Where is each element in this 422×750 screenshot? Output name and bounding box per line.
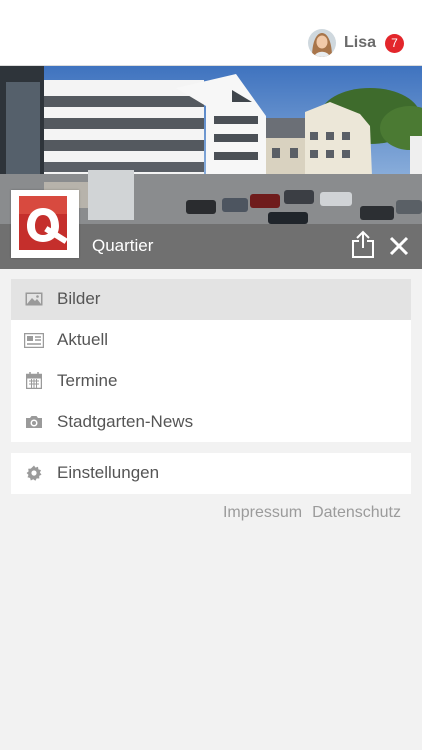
- impressum-link[interactable]: Impressum: [223, 504, 302, 522]
- menu-item-label: Termine: [57, 370, 118, 390]
- calendar-icon: [24, 372, 44, 390]
- menu-item-label: Bilder: [57, 289, 101, 309]
- close-icon: [389, 236, 409, 256]
- user-menu[interactable]: Lisa 7: [307, 29, 404, 57]
- settings-menu: Einstellungen: [11, 453, 411, 494]
- close-button[interactable]: [387, 234, 411, 258]
- newspaper-icon: [24, 331, 44, 349]
- menu-item-label: Aktuell: [57, 330, 109, 350]
- menu-item-stadtgarten-news[interactable]: Stadtgarten-News: [11, 401, 411, 442]
- menu-item-label: Einstellungen: [57, 463, 160, 483]
- notification-badge[interactable]: 7: [385, 33, 404, 53]
- page-title: Quartier: [92, 236, 154, 255]
- gear-icon: [24, 464, 44, 482]
- share-icon: [352, 230, 374, 258]
- menu-item-bilder[interactable]: Bilder: [11, 279, 411, 320]
- quartier-logo: [11, 190, 79, 258]
- share-button[interactable]: [350, 229, 376, 259]
- avatar[interactable]: [307, 29, 336, 57]
- image-icon: [24, 290, 44, 308]
- menu-item-termine[interactable]: Termine: [11, 361, 411, 402]
- menu-item-einstellungen[interactable]: Einstellungen: [11, 453, 411, 494]
- menu-item-aktuell[interactable]: Aktuell: [11, 320, 411, 361]
- datenschutz-link[interactable]: Datenschutz: [312, 504, 401, 522]
- top-bar: Lisa 7: [0, 0, 422, 66]
- menu-item-label: Stadtgarten-News: [57, 411, 194, 431]
- footer-links: Impressum Datenschutz: [213, 504, 401, 522]
- main-menu: Bilder Aktuell Termine Stadtgarten-News: [11, 279, 411, 442]
- camera-icon: [24, 413, 44, 431]
- username: Lisa: [343, 34, 376, 51]
